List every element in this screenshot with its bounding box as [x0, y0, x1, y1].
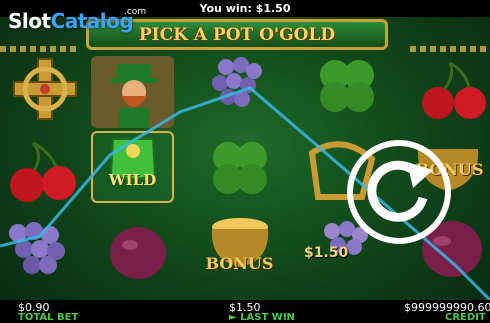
logo-domain: .com — [124, 7, 147, 17]
play-icon: ► — [229, 312, 237, 323]
credit-label: CREDIT — [445, 312, 486, 323]
bottom-bar: $0.90 TOTAL BET $1.50 ► LAST WIN $999999… — [0, 300, 490, 323]
total-bet-label: TOTAL BET — [18, 312, 79, 323]
slotcatalog-logo: SlotCatalog — [8, 9, 134, 33]
logo-text-blue: Catalog — [50, 9, 134, 33]
slot-game: You win: $1.50 SlotCatalog .com PICK A P… — [0, 0, 490, 323]
last-win-label-wrap: ► LAST WIN — [229, 312, 295, 323]
last-win-label: LAST WIN — [240, 312, 295, 323]
replay-icon[interactable] — [347, 140, 451, 244]
logo-text-white: Slot — [8, 9, 51, 33]
